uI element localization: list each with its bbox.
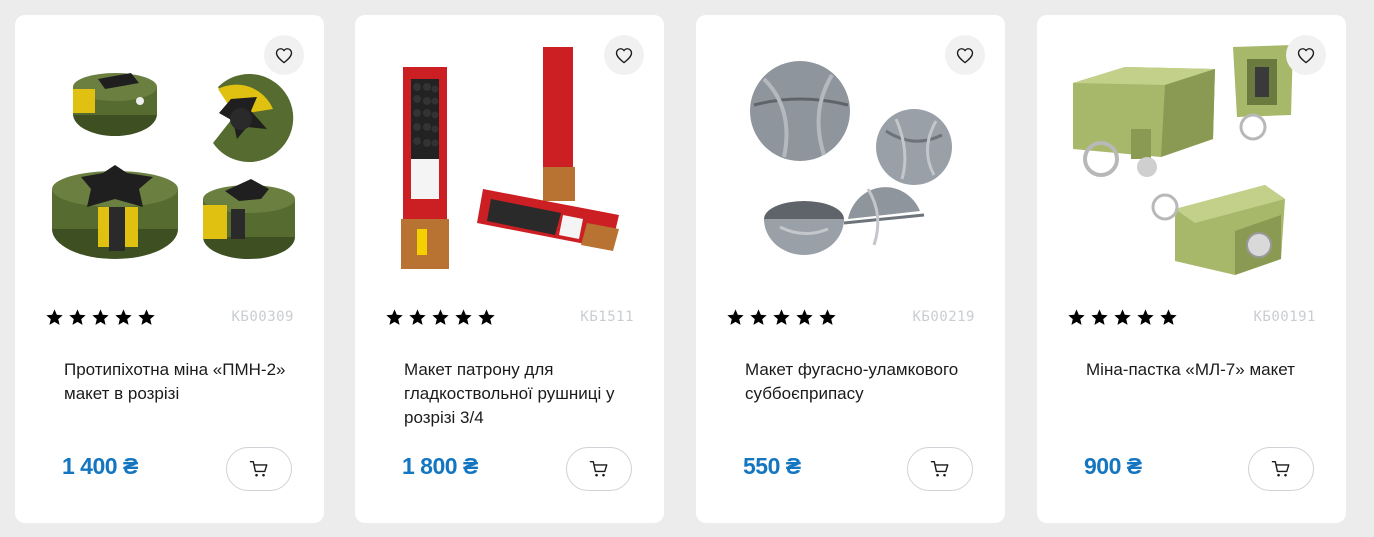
product-title[interactable]: Макет фугасно-уламкового суббоєприпасу — [745, 358, 975, 406]
add-to-favorites-button[interactable] — [264, 35, 304, 75]
landmine-cutaway-model-icon — [52, 73, 295, 259]
product-price: 1 800 ₴ — [402, 453, 478, 479]
star-icon — [1137, 309, 1154, 325]
add-to-cart-button[interactable] — [1248, 447, 1314, 491]
star-icon — [819, 309, 836, 325]
product-image[interactable] — [1065, 39, 1325, 279]
product-title[interactable]: Макет патрону для гладкоствольної рушниц… — [404, 358, 634, 430]
star-icon — [432, 309, 449, 325]
product-image[interactable] — [383, 39, 643, 279]
product-price: 900 ₴ — [1084, 453, 1142, 479]
product-card[interactable]: КБ00219 Макет фугасно-уламкового суббоєп… — [696, 15, 1005, 523]
star-rating — [385, 308, 496, 327]
star-icon — [386, 309, 403, 325]
add-to-favorites-button[interactable] — [945, 35, 985, 75]
star-icon — [409, 309, 426, 325]
add-to-favorites-button[interactable] — [1286, 35, 1326, 75]
star-icon — [796, 309, 813, 325]
heart-icon — [615, 47, 633, 63]
star-icon — [773, 309, 790, 325]
star-icon — [727, 309, 744, 325]
add-to-cart-button[interactable] — [907, 447, 973, 491]
product-card[interactable]: КБ00191 Міна-пастка «МЛ-7» макет 900 ₴ — [1037, 15, 1346, 523]
product-sku: КБ00309 — [231, 309, 294, 325]
product-grid: КБ00309 Протипіхотна міна «ПМН-2» макет … — [0, 0, 1374, 537]
star-icon — [1068, 309, 1085, 325]
cart-icon — [249, 460, 268, 477]
star-rating — [1067, 308, 1178, 327]
booby-trap-mine-model-icon — [1073, 45, 1293, 275]
cart-icon — [1271, 460, 1290, 477]
star-icon — [115, 309, 132, 325]
star-icon — [478, 309, 495, 325]
submunition-sphere-model-icon — [750, 61, 952, 255]
product-card[interactable]: КБ00309 Протипіхотна міна «ПМН-2» макет … — [15, 15, 324, 523]
cart-icon — [930, 460, 949, 477]
star-icon — [1160, 309, 1177, 325]
star-icon — [750, 309, 767, 325]
product-image[interactable] — [43, 39, 303, 279]
star-rating — [45, 308, 156, 327]
product-price: 1 400 ₴ — [62, 453, 138, 479]
product-card[interactable]: КБ1511 Макет патрону для гладкоствольної… — [355, 15, 664, 523]
product-price: 550 ₴ — [743, 453, 801, 479]
product-sku: КБ1511 — [580, 309, 634, 325]
star-icon — [1114, 309, 1131, 325]
product-sku: КБ00191 — [1253, 309, 1316, 325]
heart-icon — [1297, 47, 1315, 63]
heart-icon — [956, 47, 974, 63]
add-to-cart-button[interactable] — [226, 447, 292, 491]
product-sku: КБ00219 — [912, 309, 975, 325]
star-icon — [455, 309, 472, 325]
cart-icon — [589, 460, 608, 477]
shotgun-shell-cutaway-icon — [401, 47, 619, 269]
star-icon — [46, 309, 63, 325]
heart-icon — [275, 47, 293, 63]
star-icon — [138, 309, 155, 325]
add-to-cart-button[interactable] — [566, 447, 632, 491]
product-title[interactable]: Протипіхотна міна «ПМН-2» макет в розріз… — [64, 358, 294, 406]
star-icon — [69, 309, 86, 325]
star-rating — [726, 308, 837, 327]
product-image[interactable] — [724, 39, 984, 279]
star-icon — [92, 309, 109, 325]
add-to-favorites-button[interactable] — [604, 35, 644, 75]
star-icon — [1091, 309, 1108, 325]
product-title[interactable]: Міна-пастка «МЛ-7» макет — [1086, 358, 1316, 382]
